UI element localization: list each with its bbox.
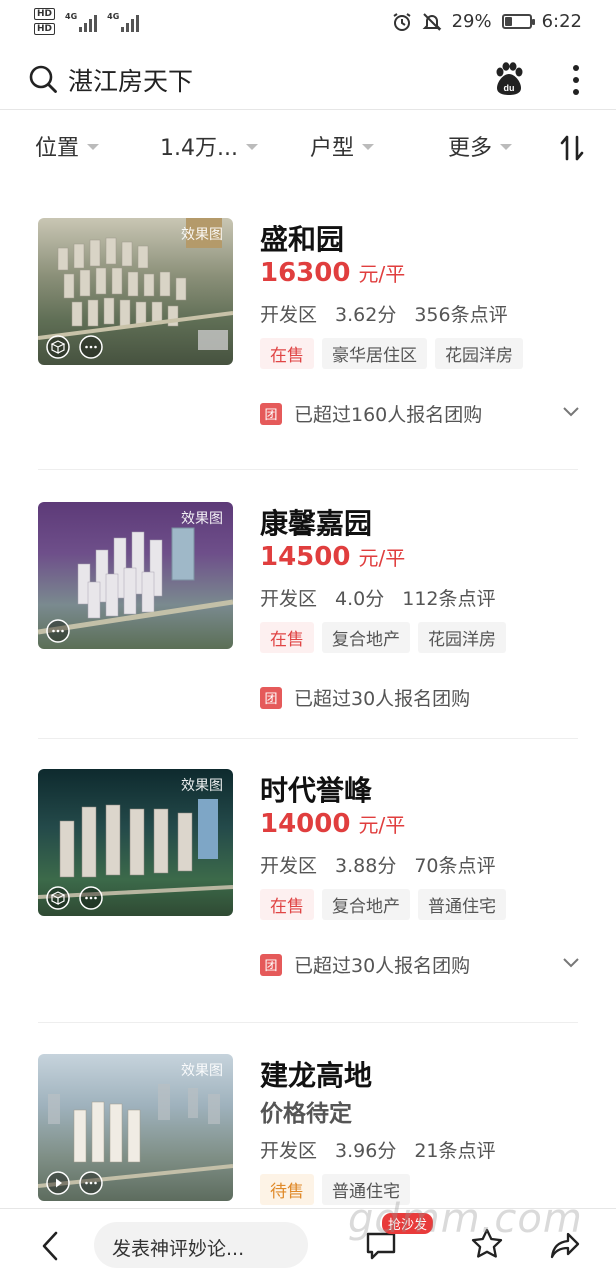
- listing-name: 时代誉峰: [260, 774, 373, 807]
- feature-tag: 复合地产: [322, 622, 410, 653]
- listing-card[interactable]: 效果图 时代誉峰 14000 元/平 开发区 3.88分 70条点评 在售 复合地产 …: [38, 769, 580, 999]
- image-tag: 效果图: [181, 227, 223, 243]
- feature-tag: 普通住宅: [322, 1174, 410, 1205]
- listing-price: 16300 元/平: [260, 258, 406, 288]
- chevron-down-icon: [500, 144, 513, 150]
- status-tag: 在售: [260, 622, 314, 653]
- chevron-down-icon[interactable]: [562, 957, 580, 969]
- filter-more[interactable]: 更多: [448, 130, 513, 162]
- signal-icon-1: 4G: [65, 12, 98, 32]
- group-buy-row[interactable]: 团已超过160人报名团购: [260, 400, 482, 427]
- listing-meta: 开发区 3.88分 70条点评: [260, 855, 496, 877]
- image-tag: 效果图: [181, 778, 223, 794]
- comment-count-badge: 抢沙发: [382, 1213, 434, 1234]
- feature-tag: 普通住宅: [418, 889, 506, 920]
- feature-tag: 花园洋房: [418, 622, 506, 653]
- video-play-icon[interactable]: [46, 1171, 70, 1195]
- image-tag: 效果图: [181, 1063, 223, 1079]
- feature-tag: 豪华居住区: [322, 338, 427, 369]
- listing-card[interactable]: 效果图 康馨嘉园 14500 元/平 开发区 4.0分 112条点评 在售 复合地产 …: [38, 502, 578, 712]
- group-buy-row[interactable]: 团已超过30人报名团购: [260, 951, 470, 978]
- share-icon[interactable]: [548, 1229, 582, 1261]
- status-tag: 在售: [260, 889, 314, 920]
- comment-bubble-icon[interactable]: [79, 1171, 103, 1195]
- 3d-view-icon[interactable]: [46, 335, 70, 359]
- chevron-down-icon: [362, 144, 375, 150]
- filter-layout[interactable]: 户型: [310, 130, 375, 162]
- listing-price: 14500 元/平: [260, 542, 406, 572]
- divider: [38, 738, 578, 739]
- filter-bar: 位置 1.4万... 户型 更多: [0, 122, 616, 174]
- search-header: 湛江房天下 du: [0, 50, 616, 110]
- listing-image[interactable]: 效果图: [38, 218, 233, 365]
- group-buy-icon: 团: [260, 686, 282, 709]
- chevron-down-icon: [87, 144, 100, 150]
- comment-input[interactable]: 发表神评妙论...: [94, 1222, 308, 1268]
- comment-bubble-icon[interactable]: [79, 886, 103, 910]
- 3d-view-icon[interactable]: [46, 886, 70, 910]
- listing-name: 康馨嘉园: [260, 507, 373, 540]
- status-tag: 待售: [260, 1174, 314, 1205]
- listing-price: 14000 元/平: [260, 809, 406, 839]
- group-buy-icon: 团: [260, 953, 282, 976]
- listing-image[interactable]: 效果图: [38, 769, 233, 916]
- hd-badge-2: HD: [34, 23, 56, 35]
- battery-percent: 29%: [451, 11, 492, 32]
- listing-meta: 开发区 3.96分 21条点评: [260, 1140, 496, 1162]
- feature-tag: 复合地产: [322, 889, 410, 920]
- signal-icon-2: 4G: [107, 12, 140, 32]
- battery-icon: [501, 14, 535, 29]
- mute-bell-icon: [422, 12, 441, 31]
- chevron-down-icon[interactable]: [562, 406, 580, 418]
- listing-tags: 在售 复合地产 普通住宅: [260, 889, 506, 920]
- listing-price: 价格待定: [260, 1101, 352, 1127]
- listing-name: 盛和园: [260, 223, 345, 256]
- filter-price[interactable]: 1.4万...: [160, 130, 258, 162]
- listing-tags: 在售 复合地产 花园洋房: [260, 622, 506, 653]
- comment-bubble-icon[interactable]: [46, 619, 70, 643]
- listing-card[interactable]: 效果图 盛和园 16300 元/平 开发区 3.62分 356条点评 在售 豪华居住区…: [38, 218, 580, 448]
- more-vertical-icon[interactable]: [566, 62, 586, 98]
- listing-meta: 开发区 4.0分 112条点评: [260, 588, 496, 610]
- image-tag: 效果图: [181, 511, 223, 527]
- divider: [38, 469, 578, 470]
- group-buy-row[interactable]: 团已超过30人报名团购: [260, 684, 470, 711]
- listing-meta: 开发区 3.62分 356条点评: [260, 304, 508, 326]
- bottom-bar: 发表神评妙论... 抢沙发: [0, 1208, 616, 1280]
- status-bar: HD HD 4G 4G 29% 6:22: [0, 0, 616, 46]
- listing-image[interactable]: 效果图: [38, 1054, 233, 1201]
- sort-icon[interactable]: [558, 134, 586, 162]
- comment-bubble-icon[interactable]: [79, 335, 103, 359]
- alarm-icon: [393, 12, 411, 31]
- group-buy-icon: 团: [260, 402, 282, 425]
- listing-tags: 在售 豪华居住区 花园洋房: [260, 338, 523, 369]
- chevron-down-icon: [245, 144, 258, 150]
- back-arrow-icon[interactable]: [38, 1229, 62, 1263]
- search-title[interactable]: 湛江房天下: [68, 62, 193, 98]
- clock-time: 6:22: [541, 11, 582, 32]
- baidu-paw-icon[interactable]: du: [492, 62, 526, 96]
- status-tag: 在售: [260, 338, 314, 369]
- listing-image[interactable]: 效果图: [38, 502, 233, 649]
- divider: [38, 1022, 578, 1023]
- listing-name: 建龙高地: [260, 1059, 373, 1092]
- svg-text:du: du: [504, 83, 515, 93]
- star-icon[interactable]: [470, 1227, 504, 1261]
- search-icon[interactable]: [28, 64, 58, 94]
- hd-badge-1: HD: [34, 8, 56, 20]
- feature-tag: 花园洋房: [435, 338, 523, 369]
- filter-location[interactable]: 位置: [35, 130, 100, 162]
- listing-tags: 待售 普通住宅: [260, 1174, 410, 1205]
- listing-card[interactable]: 效果图 建龙高地 价格待定 开发区 3.96分 21条点评 待售 普通住宅: [38, 1054, 578, 1205]
